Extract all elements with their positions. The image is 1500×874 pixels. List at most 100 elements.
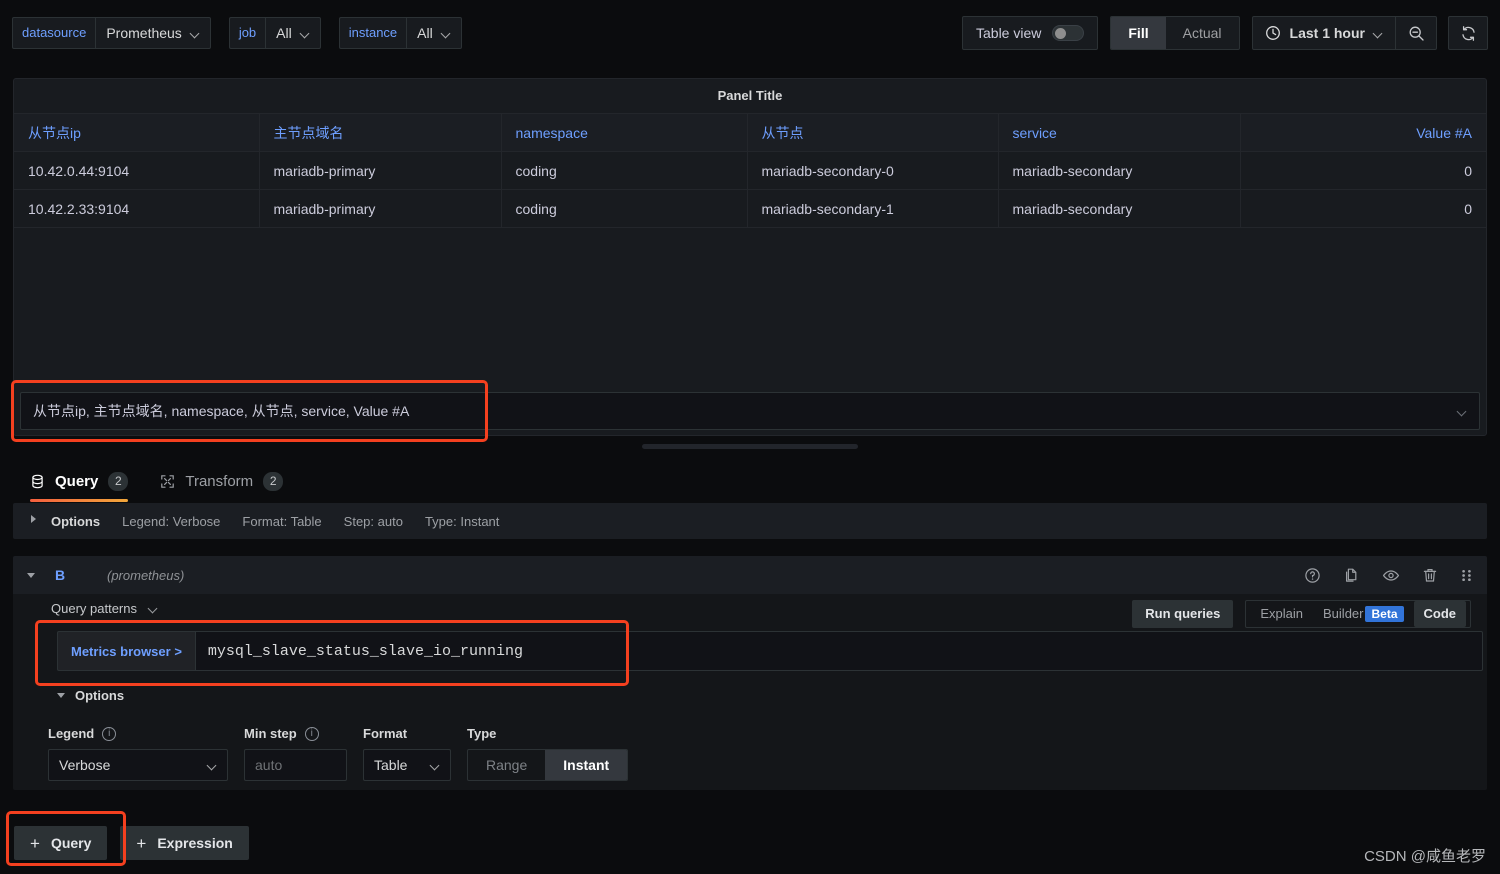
- table-view-toggle[interactable]: Table view: [962, 16, 1099, 50]
- database-icon: [30, 474, 45, 489]
- table-cell: mariadb-secondary-1: [747, 189, 999, 228]
- query-option-fields: Legend i Verbose Min step i auto Format …: [48, 726, 629, 781]
- table-column-header[interactable]: 主节点域名: [259, 113, 502, 152]
- chevron-down-icon: [1374, 29, 1383, 38]
- legend-label-row: Legend i: [48, 726, 228, 741]
- query-ref-id[interactable]: B: [55, 567, 107, 583]
- table-view-switch[interactable]: [1052, 25, 1085, 41]
- query-options-format: Format: Table: [242, 513, 322, 529]
- trash-icon[interactable]: [1422, 567, 1438, 584]
- legend-field-group: Legend i Verbose: [48, 726, 228, 781]
- min-step-input[interactable]: auto: [244, 749, 347, 781]
- legend-select[interactable]: Verbose: [48, 749, 228, 781]
- code-mode-button[interactable]: Code: [1413, 601, 1466, 627]
- chevron-down-icon[interactable]: [27, 572, 35, 578]
- metrics-query-row: Metrics browser > mysql_slave_status_sla…: [57, 631, 1483, 671]
- tab-query-badge: 2: [108, 472, 129, 491]
- query-inner-options: Options: [57, 688, 124, 703]
- field-selector[interactable]: 从节点ip, 主节点域名, namespace, 从节点, service, V…: [20, 392, 1480, 430]
- inner-options-label: Options: [75, 688, 125, 703]
- table-cell: mariadb-secondary: [998, 151, 1241, 190]
- tab-transform[interactable]: Transform 2: [144, 472, 299, 502]
- time-range-text: Last 1 hour: [1289, 25, 1365, 41]
- format-label-row: Format: [363, 726, 451, 741]
- drag-handle-icon[interactable]: [1460, 567, 1473, 584]
- promql-expression-input[interactable]: mysql_slave_status_slave_io_running: [194, 631, 1483, 671]
- zoom-out-icon[interactable]: [1396, 17, 1436, 49]
- table-cell: mariadb-secondary-0: [747, 151, 999, 190]
- info-icon[interactable]: i: [304, 726, 319, 741]
- table-cell: 0: [1240, 189, 1486, 228]
- eye-icon[interactable]: [1382, 567, 1400, 584]
- chevron-down-icon: [301, 29, 310, 38]
- duplicate-icon[interactable]: [1343, 567, 1360, 584]
- min-step-label-row: Min step i: [244, 726, 347, 741]
- add-expression-label: Expression: [157, 835, 233, 851]
- chevron-right-icon: [31, 515, 36, 523]
- fill-button[interactable]: Fill: [1111, 17, 1166, 49]
- variable-job-value[interactable]: All: [265, 17, 321, 49]
- type-option-range[interactable]: Range: [468, 750, 545, 780]
- variable-datasource-value[interactable]: Prometheus: [95, 17, 211, 49]
- table-header-row: 从节点ip 主节点域名 namespace 从节点 service Value …: [14, 113, 1486, 152]
- legend-label: Legend: [48, 726, 95, 741]
- explain-toggle[interactable]: Explain: [1250, 601, 1313, 627]
- variable-instance-value[interactable]: All: [406, 17, 462, 49]
- table-view-label: Table view: [976, 25, 1042, 41]
- table-cell: mariadb-primary: [259, 151, 502, 190]
- format-label: Format: [363, 726, 408, 741]
- table-column-header[interactable]: 从节点ip: [14, 113, 260, 152]
- table-cell: mariadb-primary: [259, 189, 502, 228]
- min-step-field-group: Min step i auto: [244, 726, 347, 781]
- info-icon[interactable]: i: [102, 726, 117, 741]
- variable-instance[interactable]: instance All: [338, 17, 462, 49]
- tab-query-label: Query: [55, 473, 99, 490]
- transform-icon: [160, 474, 175, 489]
- variable-datasource-label: datasource: [12, 17, 96, 49]
- watermark: CSDN @咸鱼老罗: [1364, 848, 1486, 865]
- actual-button[interactable]: Actual: [1166, 17, 1239, 49]
- field-selector-value: 从节点ip, 主节点域名, namespace, 从节点, service, V…: [33, 403, 410, 419]
- add-expression-button[interactable]: + Expression: [120, 826, 249, 860]
- inner-options-toggle[interactable]: Options: [57, 688, 124, 703]
- type-segment-control: Range Instant: [467, 749, 629, 781]
- query-datasource-name: (prometheus): [107, 567, 185, 583]
- table-column-header[interactable]: 从节点: [747, 113, 999, 152]
- add-buttons-bar: + Query + Expression: [14, 826, 249, 860]
- type-option-instant[interactable]: Instant: [545, 750, 628, 780]
- editor-mode-group: Explain Builder Beta Code: [1245, 600, 1471, 628]
- visualization-panel: Panel Title 从节点ip 主节点域名 namespace 从节点 se…: [13, 78, 1487, 436]
- time-range-picker[interactable]: Last 1 hour: [1251, 16, 1437, 50]
- builder-mode-button[interactable]: Builder Beta: [1313, 601, 1413, 627]
- table-cell: coding: [501, 189, 748, 228]
- help-icon[interactable]: [1304, 567, 1321, 584]
- variable-datasource[interactable]: datasource Prometheus: [12, 17, 211, 49]
- chevron-down-icon: [149, 604, 158, 613]
- chevron-down-icon: [57, 693, 65, 698]
- table-column-header[interactable]: namespace: [501, 113, 748, 152]
- query-patterns-button[interactable]: Query patterns: [51, 601, 158, 616]
- format-select[interactable]: Table: [363, 749, 451, 781]
- chevron-down-icon: [1458, 407, 1467, 416]
- panel-resize-handle[interactable]: [642, 444, 858, 449]
- metrics-browser-button[interactable]: Metrics browser >: [57, 631, 195, 671]
- run-queries-button[interactable]: Run queries: [1132, 600, 1234, 628]
- time-range-button[interactable]: Last 1 hour: [1253, 17, 1395, 49]
- table-column-header[interactable]: Value #A: [1240, 113, 1486, 152]
- table-row: 10.42.0.44:9104 mariadb-primary coding m…: [14, 151, 1486, 190]
- format-value: Table: [374, 757, 408, 773]
- variable-job[interactable]: job All: [228, 17, 321, 49]
- type-field-group: Type Range Instant: [467, 726, 629, 781]
- top-toolbar: datasource Prometheus job All instance A…: [0, 0, 1500, 66]
- plus-icon: +: [30, 833, 40, 853]
- chevron-down-icon: [442, 29, 451, 38]
- fill-actual-segment[interactable]: Fill Actual: [1110, 16, 1240, 50]
- tab-query[interactable]: Query 2: [14, 472, 144, 502]
- editor-tabs: Query 2 Transform 2: [0, 460, 1500, 502]
- refresh-button[interactable]: [1448, 16, 1488, 50]
- table-cell: 10.42.2.33:9104: [14, 189, 260, 228]
- query-options-summary[interactable]: Options Legend: Verbose Format: Table St…: [13, 503, 1487, 539]
- add-query-button[interactable]: + Query: [14, 826, 108, 860]
- table-column-header[interactable]: service: [998, 113, 1241, 152]
- query-options-step: Step: auto: [343, 513, 403, 529]
